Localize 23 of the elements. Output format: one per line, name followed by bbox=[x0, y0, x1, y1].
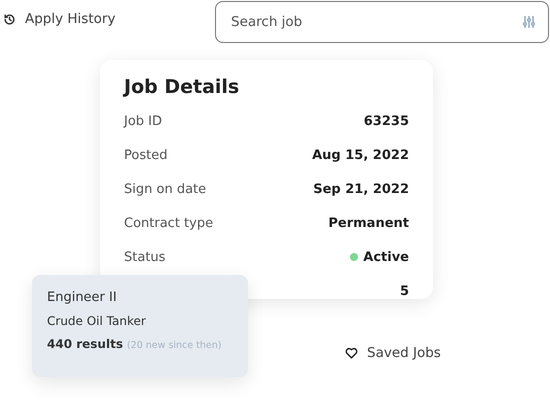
saved-jobs-link[interactable]: Saved Jobs bbox=[345, 345, 441, 361]
saved-search-card[interactable]: Engineer II Crude Oil Tanker 440 results (20 new since then) bbox=[32, 275, 248, 377]
detail-label: Posted bbox=[124, 148, 168, 162]
card-title: Job Details bbox=[124, 76, 240, 98]
history-icon bbox=[3, 12, 16, 26]
search-field[interactable]: Search job bbox=[215, 1, 549, 43]
detail-label: Sign on date bbox=[124, 182, 206, 196]
apply-history-link[interactable]: Apply History bbox=[3, 11, 116, 27]
new-results-note: (20 new since then) bbox=[126, 340, 222, 351]
filter-icon[interactable] bbox=[522, 15, 536, 29]
detail-label: Status bbox=[124, 250, 166, 264]
search-subtitle: Crude Oil Tanker bbox=[47, 314, 147, 328]
detail-value: 5 bbox=[400, 284, 409, 298]
detail-value: 63235 bbox=[364, 114, 409, 128]
heart-icon bbox=[345, 347, 358, 359]
detail-label: Job ID bbox=[124, 114, 162, 128]
search-title: Engineer II bbox=[47, 290, 118, 305]
detail-value: Permanent bbox=[328, 216, 409, 230]
detail-value: Aug 15, 2022 bbox=[312, 148, 409, 162]
results-count: 440 results bbox=[47, 337, 123, 351]
detail-value: Active bbox=[363, 250, 409, 264]
detail-value: Sep 21, 2022 bbox=[313, 182, 409, 196]
detail-label: Contract type bbox=[124, 216, 214, 230]
